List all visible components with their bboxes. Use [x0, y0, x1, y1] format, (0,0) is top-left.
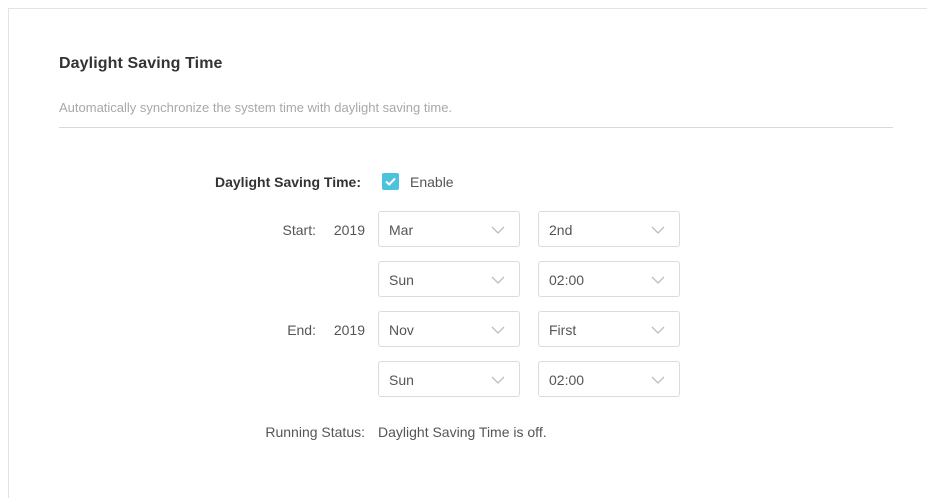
end-time-value: 02:00 — [549, 372, 585, 388]
start-time-value: 02:00 — [549, 272, 585, 288]
end-month-value: Nov — [389, 322, 414, 338]
start-week-select[interactable]: 2nd — [538, 211, 680, 247]
chevron-down-icon — [651, 326, 665, 334]
enable-label: Enable — [410, 174, 454, 190]
end-time-select[interactable]: 02:00 — [538, 361, 680, 397]
dst-label: Daylight Saving Time: — [215, 174, 361, 190]
start-time-select[interactable]: 02:00 — [538, 261, 680, 297]
section-title: Daylight Saving Time — [59, 55, 223, 72]
start-year: 2019 — [333, 222, 365, 238]
start-label: Start: — [282, 222, 316, 238]
start-day-select[interactable]: Sun — [378, 261, 520, 297]
end-week-value: First — [549, 322, 577, 338]
end-week-select[interactable]: First — [538, 311, 680, 347]
end-day-select[interactable]: Sun — [378, 361, 520, 397]
end-year: 2019 — [333, 322, 365, 338]
start-day-value: Sun — [389, 272, 414, 288]
chevron-down-icon — [491, 276, 505, 284]
enable-checkbox[interactable] — [382, 173, 399, 190]
running-status-value: Daylight Saving Time is off. — [378, 424, 547, 440]
chevron-down-icon — [651, 226, 665, 234]
end-label: End: — [287, 322, 316, 338]
chevron-down-icon — [491, 326, 505, 334]
start-month-value: Mar — [389, 222, 414, 238]
section-description: Automatically synchronize the system tim… — [59, 100, 453, 115]
start-month-select[interactable]: Mar — [378, 211, 520, 247]
divider — [59, 127, 893, 128]
chevron-down-icon — [651, 276, 665, 284]
running-status-label: Running Status: — [265, 424, 365, 440]
chevron-down-icon — [651, 376, 665, 384]
end-day-value: Sun — [389, 372, 414, 388]
chevron-down-icon — [491, 376, 505, 384]
start-week-value: 2nd — [549, 222, 573, 238]
check-icon — [385, 177, 396, 186]
end-month-select[interactable]: Nov — [378, 311, 520, 347]
chevron-down-icon — [491, 226, 505, 234]
